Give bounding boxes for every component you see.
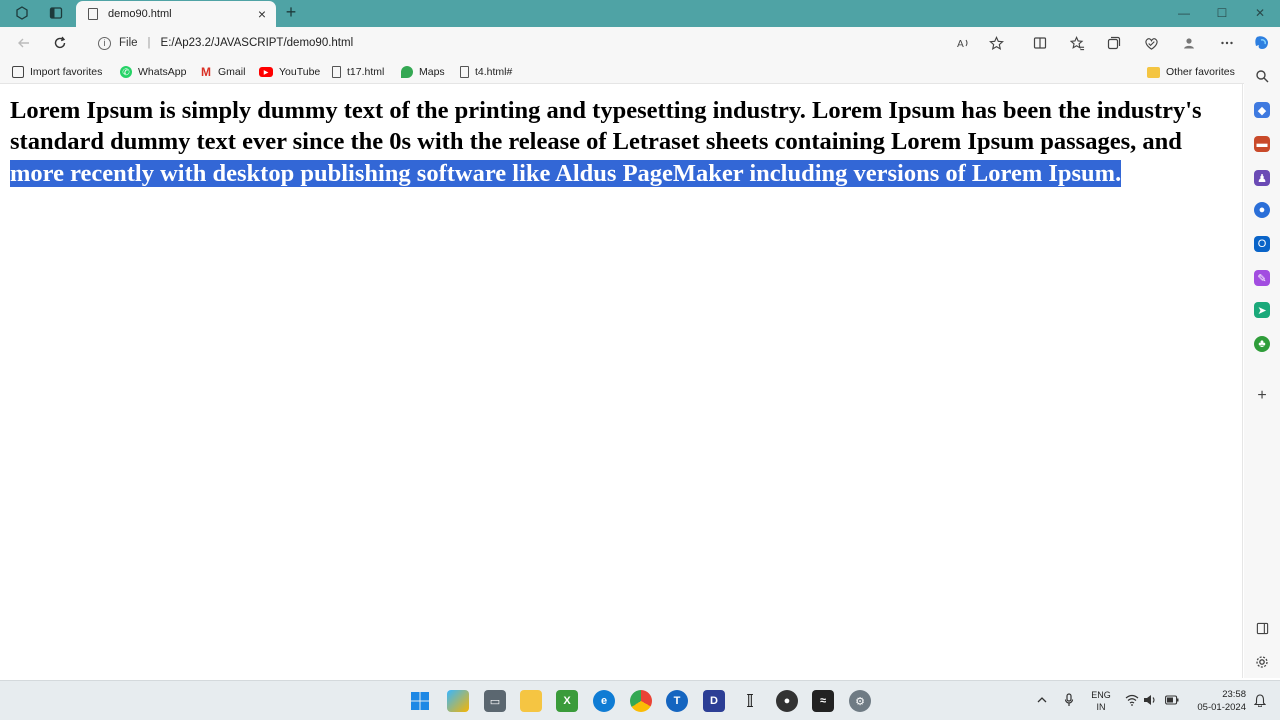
profile-icon[interactable] xyxy=(1181,35,1197,51)
import-icon xyxy=(12,66,24,78)
tag-icon[interactable]: ◆ xyxy=(1254,102,1270,118)
star-icon[interactable] xyxy=(988,35,1004,51)
microphone-icon[interactable] xyxy=(1062,693,1076,707)
selected-text: more recently with desktop publishing so… xyxy=(10,159,1122,187)
games-icon[interactable]: ♟ xyxy=(1254,170,1270,186)
scheme-label: File xyxy=(119,37,138,49)
file-explorer-icon[interactable] xyxy=(520,690,542,712)
minimize-button[interactable]: — xyxy=(1174,4,1194,22)
other-favorites-folder[interactable]: Other favorites xyxy=(1147,64,1235,80)
settings-app-icon[interactable]: ⚙ xyxy=(849,690,871,712)
add-icon[interactable]: + xyxy=(1254,387,1270,404)
favorite-import-favorites[interactable]: Import favorites xyxy=(12,64,102,80)
read-aloud-icon[interactable]: A xyxy=(955,35,971,51)
designer-icon[interactable]: ✎ xyxy=(1254,270,1270,286)
battery-icon[interactable] xyxy=(1165,693,1179,707)
unselected-text: Lorem Ipsum is simply dummy text of the … xyxy=(10,97,1202,156)
tab-close-button[interactable]: × xyxy=(254,6,270,22)
youtube-icon: ▶ xyxy=(259,67,273,77)
maps-icon xyxy=(401,66,413,78)
favorite-t4[interactable]: t4.html# xyxy=(460,64,512,80)
tab-actions-icon[interactable] xyxy=(48,5,64,21)
tab-title: demo90.html xyxy=(108,8,172,20)
split-screen-icon[interactable] xyxy=(1032,35,1048,51)
microsoft-365-icon[interactable]: ● xyxy=(1254,202,1270,218)
favorite-label: Maps xyxy=(419,66,445,78)
new-tab-button[interactable]: + xyxy=(282,3,300,22)
favorites-bar: Import favorites ✆ WhatsApp M Gmail ▶ Yo… xyxy=(0,58,1280,84)
page-icon xyxy=(332,66,341,78)
chrome-icon[interactable] xyxy=(630,690,652,712)
favorite-label: t4.html# xyxy=(475,66,513,78)
title-bar: demo90.html × + — ☐ ✕ xyxy=(0,0,1280,27)
favorite-youtube[interactable]: ▶ YouTube xyxy=(259,64,320,80)
notification-bell-icon[interactable] xyxy=(1253,693,1267,707)
file-explorer-dark-icon[interactable]: ▭ xyxy=(484,690,506,712)
lorem-paragraph[interactable]: Lorem Ipsum is simply dummy text of the … xyxy=(10,95,1210,189)
collections-icon[interactable] xyxy=(1106,35,1122,51)
favorite-label: YouTube xyxy=(279,66,321,78)
volume-icon[interactable] xyxy=(1143,693,1157,707)
language-code: ENG xyxy=(1091,690,1111,700)
windows-taskbar: ▭ X e T D 𝕀 ● ≈ ⚙ ENG IN 23:58 05-01-202… xyxy=(0,680,1280,720)
sidebar-panel-icon[interactable] xyxy=(1254,620,1270,636)
region-code: IN xyxy=(1096,702,1106,712)
edge-icon[interactable]: e xyxy=(593,690,615,712)
maximize-button[interactable]: ☐ xyxy=(1212,4,1232,22)
folder-icon xyxy=(1147,66,1160,78)
page-icon xyxy=(460,66,469,78)
page-content: Lorem Ipsum is simply dummy text of the … xyxy=(0,84,1243,678)
wifi-icon[interactable] xyxy=(1125,693,1139,707)
favorite-t17[interactable]: t17.html xyxy=(332,64,384,80)
send-icon[interactable]: ➤ xyxy=(1254,302,1270,318)
navigation-bar: i File | E:/Ap23.2/JAVASCRIPT/demo90.htm… xyxy=(0,27,1280,58)
t-app-icon[interactable]: T xyxy=(666,690,688,712)
svg-text:A: A xyxy=(957,39,964,50)
back-button[interactable] xyxy=(14,33,34,53)
browser-essentials-icon[interactable] xyxy=(1143,35,1159,51)
favorite-maps[interactable]: Maps xyxy=(401,64,445,80)
recorder-icon[interactable]: ● xyxy=(776,690,798,712)
show-hidden-icons-icon[interactable] xyxy=(1035,693,1049,707)
page-icon xyxy=(88,8,98,20)
excel-like-icon[interactable]: X xyxy=(556,690,578,712)
refresh-button[interactable] xyxy=(50,33,70,53)
address-separator: | xyxy=(147,37,151,49)
clock-time: 23:58 xyxy=(1222,689,1246,700)
active-tab[interactable]: demo90.html × xyxy=(76,1,276,27)
favorite-label: Gmail xyxy=(218,66,246,78)
clock[interactable]: 23:58 05-01-2024 xyxy=(1186,688,1246,714)
dev-app-icon[interactable]: D xyxy=(703,690,725,712)
favorites-icon[interactable] xyxy=(1069,35,1085,51)
edge-sidebar: ◆ ▬ ♟ ● O ✎ ➤ ♣ + xyxy=(1244,58,1280,678)
search-icon[interactable] xyxy=(1254,68,1270,84)
url-text[interactable]: E:/Ap23.2/JAVASCRIPT/demo90.html xyxy=(161,37,354,49)
tools-icon[interactable]: ▬ xyxy=(1254,136,1270,152)
settings-more-icon[interactable] xyxy=(1219,35,1235,51)
favorite-whatsapp[interactable]: ✆ WhatsApp xyxy=(120,64,186,80)
gmail-icon: M xyxy=(201,65,211,79)
language-indicator[interactable]: ENG IN xyxy=(1088,689,1114,713)
close-window-button[interactable]: ✕ xyxy=(1250,4,1270,22)
favorite-label: WhatsApp xyxy=(138,66,187,78)
clock-date: 05-01-2024 xyxy=(1197,702,1246,713)
address-bar[interactable]: i File | E:/Ap23.2/JAVASCRIPT/demo90.htm… xyxy=(88,31,988,55)
outlook-icon[interactable]: O xyxy=(1254,236,1270,252)
tree-icon[interactable]: ♣ xyxy=(1254,336,1270,352)
info-icon[interactable]: i xyxy=(98,36,111,50)
text-editor-icon[interactable]: 𝕀 xyxy=(739,690,761,712)
other-favorites-label: Other favorites xyxy=(1166,66,1235,78)
copilot-icon[interactable] xyxy=(1252,33,1272,53)
widgets-icon[interactable] xyxy=(447,690,469,712)
favorite-label: Import favorites xyxy=(30,66,103,78)
favorite-gmail[interactable]: M Gmail xyxy=(200,64,245,80)
wave-app-icon[interactable]: ≈ xyxy=(812,690,834,712)
whatsapp-icon: ✆ xyxy=(120,66,132,78)
gear-icon[interactable] xyxy=(1254,654,1270,670)
workspaces-icon[interactable] xyxy=(14,5,30,21)
windows-start-icon[interactable] xyxy=(409,690,431,712)
favorite-label: t17.html xyxy=(347,66,385,78)
